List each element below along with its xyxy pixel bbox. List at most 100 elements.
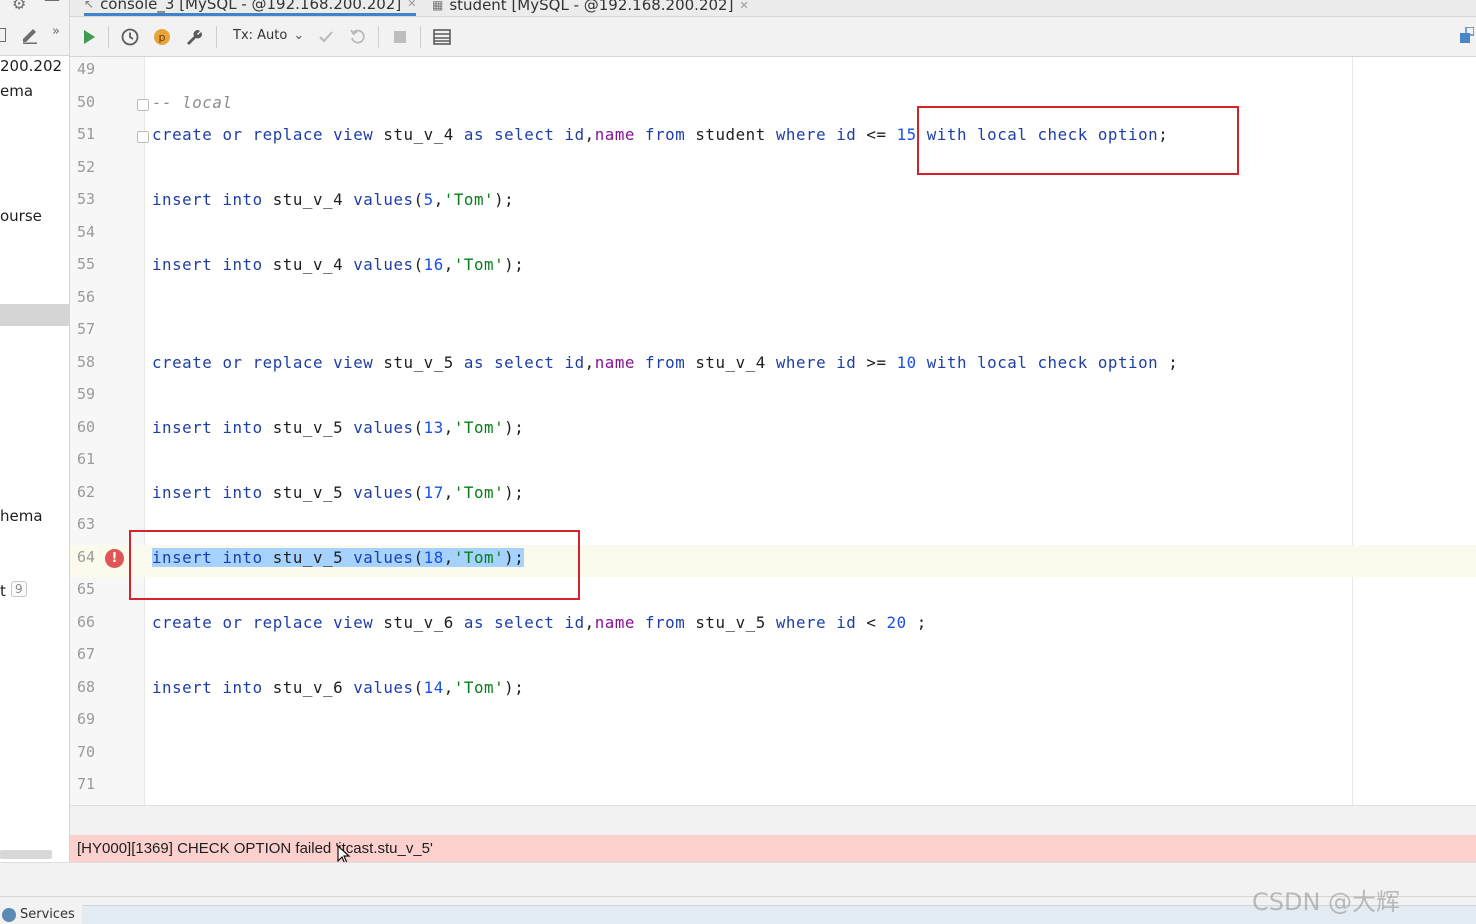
line-number: 52: [76, 157, 95, 176]
tree-item-host[interactable]: 200.202: [0, 57, 62, 75]
svg-text:p: p: [159, 31, 166, 44]
toolbar-separator: [378, 26, 379, 48]
table-icon: ▦: [432, 0, 444, 12]
fold-marker-icon[interactable]: [137, 131, 149, 143]
line-number: 64: [76, 547, 95, 566]
code-text: insert into stu_v_5 values(13,'Tom');: [152, 417, 525, 437]
line-number: 62: [76, 482, 95, 501]
code-line[interactable]: 57: [70, 317, 1476, 350]
console-toolbar: p Tx: Auto ⌄: [70, 17, 1476, 57]
close-icon[interactable]: ✕: [739, 0, 748, 12]
profile-icon[interactable]: p: [150, 25, 174, 49]
more-chevron-icon[interactable]: »: [52, 24, 60, 39]
tree-item-schema[interactable]: ema: [0, 82, 33, 100]
tx-mode-label: Tx: Auto: [233, 28, 288, 43]
services-tool-button[interactable]: Services: [2, 907, 75, 922]
code-text: insert into stu_v_4 values(5,'Tom');: [152, 190, 515, 209]
settings-wrench-icon[interactable]: [182, 25, 206, 49]
minimize-icon[interactable]: —: [44, 0, 60, 9]
code-line[interactable]: 52: [70, 155, 1476, 188]
line-number: 59: [76, 385, 95, 403]
code-line[interactable]: 49: [70, 57, 1476, 90]
rollback-icon[interactable]: [346, 25, 370, 49]
line-number: 55: [76, 255, 95, 273]
line-number: 49: [76, 60, 95, 78]
code-lines: 49 50 -- local 51 create or replace view stu…: [70, 57, 1476, 805]
code-line[interactable]: 50 -- local: [70, 90, 1476, 123]
code-line[interactable]: 58 create or replace view stu_v_5 as sele…: [70, 350, 1476, 383]
code-text: insert into stu_v_5 values(17,'Tom');: [152, 482, 525, 502]
annotation-box-error-line: [129, 530, 580, 600]
code-line[interactable]: 71: [70, 772, 1476, 805]
code-line[interactable]: 51 create or replace view stu_v_4 as sele…: [70, 122, 1476, 155]
horizontal-scrollbar[interactable]: [0, 850, 52, 859]
line-number: 65: [76, 580, 95, 598]
line-number: 67: [76, 645, 95, 663]
tab-label: console_3 [MySQL - @192.168.200.202]: [100, 0, 402, 13]
services-icon: [2, 907, 16, 922]
history-icon[interactable]: [118, 25, 142, 49]
editor-horizontal-scroll-area[interactable]: [70, 805, 1476, 835]
code-line[interactable]: 66 create or replace view stu_v_6 as sele…: [70, 610, 1476, 643]
code-line[interactable]: 68 insert into stu_v_6 values(14,'Tom');: [70, 675, 1476, 708]
code-line[interactable]: 67: [70, 642, 1476, 675]
line-number: 50: [76, 92, 95, 111]
tree-item-schema-2[interactable]: hema: [0, 507, 43, 525]
annotation-box-local-check: [917, 106, 1239, 175]
gear-icon[interactable]: ⚙: [12, 0, 26, 13]
stop-icon[interactable]: [388, 25, 412, 49]
tree-item-course[interactable]: ourse: [0, 207, 42, 225]
fold-marker-icon[interactable]: [137, 98, 149, 111]
code-line[interactable]: 62 insert into stu_v_5 values(17,'Tom');: [70, 480, 1476, 513]
code-text: create or replace view stu_v_6 as select…: [152, 612, 927, 632]
code-line[interactable]: 55 insert into stu_v_4 values(16,'Tom');: [70, 252, 1476, 285]
close-icon[interactable]: ✕: [407, 0, 416, 10]
toolbar-separator: [108, 26, 109, 48]
code-text: -- local: [152, 92, 233, 112]
toolbar-separator: [420, 26, 421, 48]
count-badge: 9: [11, 581, 27, 597]
console-icon: ↖: [84, 0, 95, 11]
line-number: 71: [76, 775, 95, 793]
line-number: 58: [76, 352, 95, 371]
services-label: Services: [20, 907, 75, 922]
watermark: CSDN @大辉: [1252, 888, 1401, 916]
code-line[interactable]: 60 insert into stu_v_5 values(13,'Tom');: [70, 415, 1476, 448]
error-exclamation-icon[interactable]: !: [105, 548, 124, 568]
transaction-mode-select[interactable]: Tx: Auto ⌄: [233, 28, 304, 43]
chevron-down-icon: ⌄: [293, 28, 305, 43]
code-line[interactable]: 69: [70, 707, 1476, 740]
code-line[interactable]: 53 insert into stu_v_4 values(5,'Tom');: [70, 187, 1476, 220]
edit-pencil-icon[interactable]: [20, 24, 40, 44]
code-line[interactable]: 70: [70, 740, 1476, 773]
line-number: 51: [76, 125, 95, 143]
code-line[interactable]: 59: [70, 382, 1476, 415]
line-number: 70: [76, 742, 95, 761]
error-message-bar[interactable]: [HY000][1369] CHECK OPTION failed 'itcas…: [70, 835, 1476, 862]
sql-editor[interactable]: 49 50 -- local 51 create or replace view stu…: [70, 57, 1476, 805]
line-number: 57: [76, 320, 95, 338]
execute-icon[interactable]: [77, 25, 101, 49]
ide-window: ⚙ — » 200.202 ema ourse hema t 9 ↖ conso…: [0, 0, 1476, 924]
tree-layout-icon[interactable]: [0, 28, 6, 42]
error-message: [HY000][1369] CHECK OPTION failed 'itcas…: [77, 840, 433, 857]
tab-console-3[interactable]: ↖ console_3 [MySQL - @192.168.200.202] ✕: [84, 0, 417, 16]
tab-label: student [MySQL - @192.168.200.202]: [449, 0, 734, 14]
code-line[interactable]: 61: [70, 447, 1476, 480]
code-line[interactable]: 54: [70, 220, 1476, 253]
commit-check-icon[interactable]: [314, 25, 338, 49]
editor-tab-bar: ↖ console_3 [MySQL - @192.168.200.202] ✕…: [70, 0, 1476, 17]
layout-toggle-icon[interactable]: [1460, 27, 1474, 43]
code-text: create or replace view stu_v_5 as select…: [152, 352, 1179, 372]
tab-student[interactable]: ▦ student [MySQL - @192.168.200.202] ✕: [432, 0, 749, 16]
line-number: 61: [76, 450, 95, 468]
tree-item-student[interactable]: t: [0, 582, 6, 600]
line-number: 56: [76, 287, 95, 306]
line-number: 66: [76, 612, 95, 631]
tree-selected-row[interactable]: [0, 304, 69, 326]
output-layout-icon[interactable]: [430, 25, 454, 49]
line-number: 60: [76, 417, 95, 436]
line-number: 68: [76, 677, 95, 696]
line-number: 63: [76, 515, 95, 533]
code-line[interactable]: 56: [70, 285, 1476, 318]
